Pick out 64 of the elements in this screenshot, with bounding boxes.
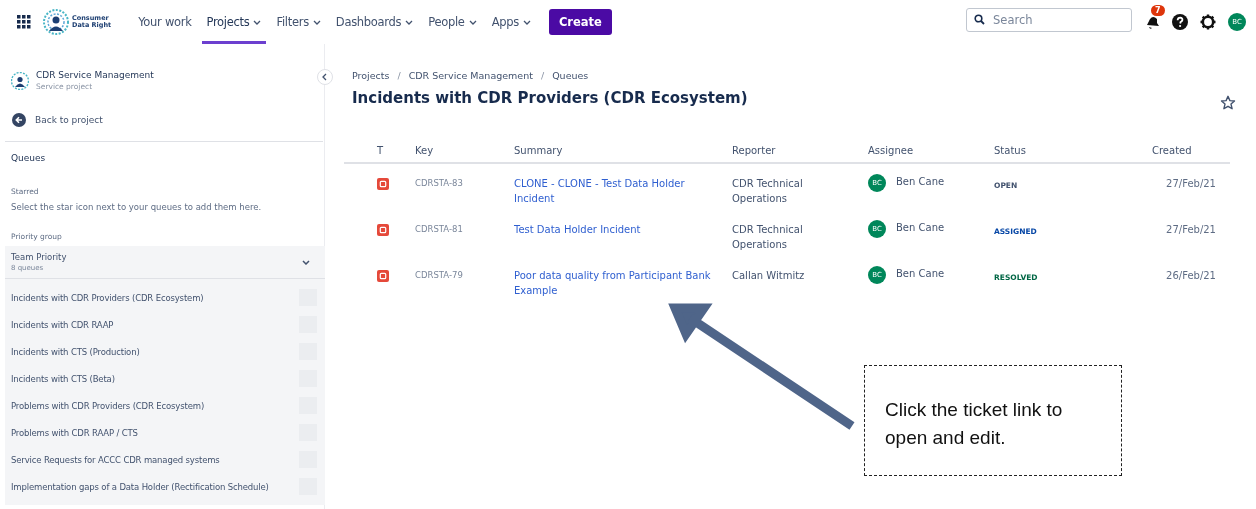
queue-link[interactable]: Service Requests for ACCC CDR managed systems	[11, 454, 220, 465]
nav-menu-item[interactable]: Dashboards	[330, 0, 419, 44]
notification-badge: 7	[1151, 5, 1165, 16]
issue-type-icon	[377, 178, 389, 190]
back-link[interactable]: Back to project	[5, 91, 323, 142]
assignee-name: Ben Cane	[896, 175, 945, 189]
reporter-name: CDR Technical Operations	[732, 223, 804, 252]
issue-summary-link[interactable]: CLONE - CLONE - Test Data Holder Incident	[514, 176, 726, 206]
search-field[interactable]: Search	[966, 8, 1132, 32]
help-icon[interactable]	[1172, 14, 1188, 30]
reporter-name: CDR Technical Operations	[732, 177, 804, 206]
queue-link[interactable]: Incidents with CTS (Production)	[11, 346, 140, 357]
created-date: 26/Feb/21	[1165, 269, 1217, 283]
nav-menu-item[interactable]: Filters	[271, 0, 326, 44]
column-header: Summary	[514, 144, 564, 158]
breadcrumb-link[interactable]: Queues	[552, 70, 589, 81]
column-header: Reporter	[732, 144, 777, 158]
back-arrow-icon	[12, 113, 26, 127]
callout-text: Click the ticket link to open and edit.	[864, 365, 1122, 476]
breadcrumb-separator: /	[396, 70, 402, 81]
assignee-name: Ben Cane	[896, 267, 945, 281]
settings-icon[interactable]	[1200, 14, 1216, 30]
chevron-down-icon	[302, 259, 310, 265]
breadcrumb-link[interactable]: Projects	[352, 70, 390, 81]
nav-menu-item[interactable]: Apps	[486, 0, 536, 44]
queue-link[interactable]: Implementation gaps of a Data Holder (Rectification Schedule)	[11, 481, 269, 492]
star-icon[interactable]	[1220, 95, 1236, 111]
create-button[interactable]: Create	[548, 9, 612, 35]
collapse-sidebar-button[interactable]	[317, 69, 333, 85]
nav-menu-item[interactable]: Your work	[133, 0, 197, 44]
issue-key: CDRSTA-81	[415, 210, 514, 256]
reporter-name: Callan Witmitz	[732, 269, 806, 283]
nav-menu-item[interactable]: Projects	[201, 0, 267, 44]
column-header: Assignee	[868, 144, 915, 158]
page-title: Incidents with CDR Providers (CDR Ecosystem)	[352, 89, 748, 107]
column-header: Created	[1152, 144, 1193, 158]
column-header: Key	[415, 144, 435, 158]
breadcrumb-separator: /	[539, 70, 546, 81]
column-header: Status	[994, 144, 1027, 158]
issue-type-icon	[377, 224, 389, 236]
logo-icon	[43, 9, 69, 35]
issue-summary-link[interactable]: Poor data quality from Participant Bank Example	[514, 268, 726, 298]
queue-link[interactable]: Problems with CDR RAAP / CTS	[11, 427, 138, 438]
breadcrumb-link[interactable]: CDR Service Management	[408, 70, 533, 81]
assignee-name: Ben Cane	[896, 221, 945, 235]
queue-link[interactable]: Incidents with CTS (Beta)	[11, 373, 115, 384]
queue-link[interactable]: Incidents with CDR Providers (CDR Ecosystem)	[11, 292, 204, 303]
created-date: 27/Feb/21	[1165, 177, 1217, 191]
queue-link[interactable]: Incidents with CDR RAAP	[11, 319, 114, 330]
queue-link[interactable]: Problems with CDR Providers (CDR Ecosystem)	[11, 400, 205, 411]
notifications-icon[interactable]	[1144, 14, 1160, 30]
section-heading: Queues	[10, 152, 47, 163]
project-name: CDR Service Management	[36, 70, 154, 80]
hint-text: Select the star icon next to your queues to add them here.	[10, 201, 263, 212]
project-icon	[11, 72, 29, 90]
created-date: 27/Feb/21	[1165, 223, 1217, 237]
column-header: T	[376, 144, 385, 158]
nav-menu-item[interactable]: People	[423, 0, 482, 44]
issue-key: CDRSTA-83	[415, 164, 514, 210]
app-switcher-icon[interactable]	[17, 15, 31, 29]
issue-summary-link[interactable]: Test Data Holder Incident	[514, 222, 726, 237]
issue-type-icon	[377, 270, 389, 282]
search-icon	[974, 14, 985, 25]
issue-key: CDRSTA-79	[415, 256, 514, 302]
